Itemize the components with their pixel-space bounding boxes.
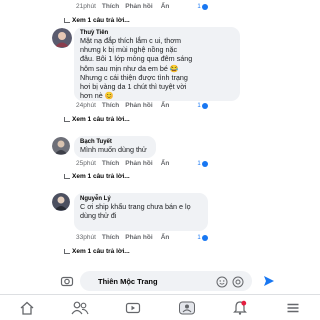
comment-input[interactable]: Thiên Mộc Trang (80, 271, 252, 291)
camera-icon[interactable] (60, 274, 74, 288)
send-icon[interactable] (262, 274, 276, 288)
reaction-count: 1 (197, 102, 208, 109)
watch-icon[interactable] (122, 297, 144, 319)
avatar[interactable] (52, 28, 72, 48)
hide-button[interactable]: Ẩn (161, 160, 170, 167)
see-replies-label: Xem 1 câu trả lời... (72, 116, 130, 123)
reply-button[interactable]: Phản hồi (125, 102, 152, 109)
see-replies-label: Xem 1 câu trả lời... (72, 17, 130, 24)
friends-icon[interactable] (69, 297, 91, 319)
like-button[interactable]: Thích (102, 102, 119, 109)
avatar[interactable] (52, 137, 70, 155)
like-reaction-icon (201, 234, 208, 241)
page-name: Thiên Mộc Trang (98, 276, 158, 286)
comment-time: 33phút (76, 234, 96, 241)
like-reaction-icon (201, 102, 208, 109)
comment-time: 24phút (76, 102, 96, 109)
hide-button[interactable]: Ẩn (161, 102, 170, 109)
gif-icon[interactable] (232, 275, 244, 288)
reply-button[interactable]: Phản hồi (125, 160, 152, 167)
like-reaction-icon (201, 3, 208, 10)
home-icon[interactable] (16, 297, 38, 319)
hide-button[interactable]: Ẩn (161, 3, 170, 10)
see-replies-link[interactable]: Xem 1 câu trả lời... (64, 17, 130, 24)
like-button[interactable]: Thích (102, 3, 119, 10)
comment-text: Mình muốn dùng thử (80, 145, 147, 154)
reply-button[interactable]: Phản hồi (125, 234, 152, 241)
reply-arrow-icon (64, 249, 70, 254)
comment-actions: 21phút Thích Phản hồi Ẩn 1 (76, 3, 208, 10)
comment-bubble: Thuỳ Tiên Mặt nạ đắp thích lắm c ui, thơ… (74, 27, 240, 101)
see-replies-label: Xem 1 câu trả lời... (72, 173, 130, 180)
emoji-icon[interactable] (216, 275, 228, 288)
see-replies-link[interactable]: Xem 1 câu trả lời... (64, 116, 130, 123)
comment-text: Mặt nạ đắp thích lắm c ui, thơm nhưng k … (80, 36, 193, 101)
menu-icon[interactable] (282, 297, 304, 319)
reply-arrow-icon (64, 18, 70, 23)
groups-icon[interactable] (176, 297, 198, 319)
hide-button[interactable]: Ẩn (161, 234, 170, 241)
comment-actions: 25phút Thích Phản hồi Ẩn 1 (76, 160, 208, 167)
comment-composer: Thiên Mộc Trang (0, 270, 320, 292)
comment-actions: 24phút Thích Phản hồi Ẩn 1 (76, 102, 208, 109)
avatar[interactable] (52, 193, 70, 211)
comment-bubble: Bạch Tuyết Mình muốn dùng thử (74, 136, 156, 158)
like-button[interactable]: Thích (102, 234, 119, 241)
comment-time: 21phút (76, 3, 96, 10)
comment-time: 25phút (76, 160, 96, 167)
comment-actions: 33phút Thích Phản hồi Ẩn 1 (76, 234, 208, 241)
like-reaction-icon (201, 160, 208, 167)
reaction-count: 1 (197, 3, 208, 10)
see-replies-link[interactable]: Xem 1 câu trả lời... (64, 248, 130, 255)
reply-button[interactable]: Phản hồi (125, 3, 152, 10)
see-replies-label: Xem 1 câu trả lời... (72, 248, 130, 255)
reaction-count: 1 (197, 160, 208, 167)
see-replies-link[interactable]: Xem 1 câu trả lời... (64, 173, 130, 180)
reply-arrow-icon (64, 174, 70, 179)
notifications-icon[interactable] (229, 297, 251, 319)
reaction-count: 1 (197, 234, 208, 241)
reply-arrow-icon (64, 117, 70, 122)
like-button[interactable]: Thích (102, 160, 119, 167)
bottom-navigation (0, 294, 320, 320)
comment-text: C ơi ship khẩu trang chưa bán e lọ dùng … (80, 202, 191, 221)
comment-bubble: Nguyễn Lý C ơi ship khẩu trang chưa bán … (74, 193, 208, 231)
